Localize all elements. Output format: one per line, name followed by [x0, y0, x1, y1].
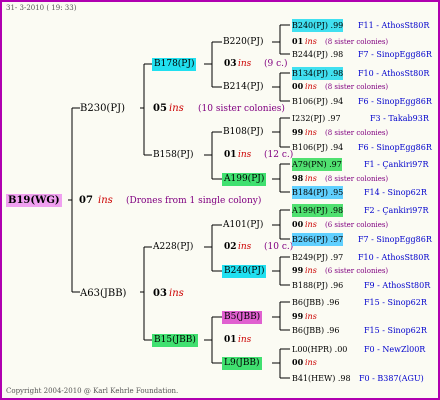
gen2-top-num: 05	[153, 103, 167, 114]
gen2-bot-name[interactable]: A63(JBB)	[80, 287, 126, 300]
gen5-12-name[interactable]: B6(JBB) .96	[292, 296, 339, 309]
gen4-b214-ins: ins	[305, 82, 317, 91]
gen4-a101-note: (6 sister colonies)	[325, 221, 389, 229]
gen3-b178-num: 03	[224, 59, 237, 69]
gen4-b220[interactable]: B220(PJ)	[223, 36, 263, 49]
gen3-b158-ins: ins	[238, 150, 252, 160]
gen3-b15[interactable]: B15(JBB)	[152, 334, 198, 347]
gen5-8-name[interactable]: A199(PJ) .98	[292, 204, 344, 217]
gen3-b178-note: (9 c.)	[264, 59, 288, 69]
gen4-a199-note: (8 sister colonies)	[325, 175, 389, 183]
gen4-b108-ins: ins	[305, 128, 317, 137]
gen4-b240[interactable]: B240(PJ)	[222, 265, 267, 278]
gen5-0-name[interactable]: B240(PJ) .99	[292, 19, 344, 32]
gen4-a199[interactable]: A199(PJ)	[222, 173, 267, 186]
gen5-13-name[interactable]: B6(JBB) .96	[292, 324, 339, 337]
gen3-a228-ins: ins	[238, 242, 252, 252]
gen4-b214-note: (8 sister colonies)	[325, 83, 389, 91]
gen2-top-note: (10 sister colonies)	[198, 104, 285, 114]
gen4-b214[interactable]: B214(PJ)	[223, 81, 263, 94]
gen4-l9-ins: ins	[305, 358, 317, 367]
gen4-b240-num: 99	[292, 265, 304, 275]
gen5-11-name[interactable]: B188(PJ) .96	[292, 279, 343, 292]
gen4-b240-ins: ins	[305, 266, 317, 275]
gen1-ins: ins	[98, 195, 113, 206]
gen1-note: (Drones from 1 single colony)	[126, 196, 262, 206]
gen3-b15-ins: ins	[238, 335, 252, 345]
gen4-a199-ins: ins	[305, 174, 317, 183]
gen5-9-name[interactable]: B266(PJ) .97	[292, 233, 344, 246]
gen5-5-ref: F6 - SinopEgg86R	[358, 143, 432, 152]
gen5-0-ref: F11 - AthosSt80R	[358, 21, 430, 30]
gen3-b158-note: (12 c.)	[264, 150, 294, 160]
gen4-b108-note: (8 sister colonies)	[325, 129, 389, 137]
gen3-a228[interactable]: A228(PJ)	[153, 241, 193, 254]
gen5-15-ref: F0 - B387(AGU)	[359, 374, 424, 383]
gen4-b5-num: 99	[292, 311, 304, 321]
gen3-b158[interactable]: B158(PJ)	[153, 149, 193, 162]
gen4-b5[interactable]: B5(JBB)	[222, 311, 263, 324]
pedigree-frame: 31- 3-2010 ( 19: 33) B19(WG) 07 ins (Dro…	[0, 0, 440, 400]
gen2-bot-num: 03	[153, 288, 167, 299]
gen5-7-ref: F14 - Sinop62R	[364, 188, 427, 197]
footer-copyright: Copyright 2004-2010 @ Karl Kehrle Founda…	[6, 387, 179, 395]
gen3-b158-num: 01	[224, 150, 237, 160]
gen5-7-name[interactable]: B184(PJ) .95	[292, 186, 344, 199]
gen4-b220-num: 01	[292, 36, 304, 46]
gen4-b220-ins: ins	[305, 37, 317, 46]
gen5-6-name[interactable]: A79(PN) .97	[292, 158, 342, 171]
gen4-b240-note: (6 sister colonies)	[325, 267, 389, 275]
gen5-10-ref: F10 - AthosSt80R	[358, 253, 430, 262]
gen4-a101-num: 00	[292, 219, 304, 229]
gen5-1-ref: F7 - SinopEgg86R	[358, 50, 432, 59]
gen4-l9-num: 00	[292, 357, 304, 367]
gen2-top-name[interactable]: B230(PJ)	[80, 102, 125, 115]
header-date: 31- 3-2010 ( 19: 33)	[6, 4, 77, 12]
gen5-5-name[interactable]: B106(PJ) .94	[292, 141, 343, 154]
gen4-l9[interactable]: L9(JBB)	[222, 357, 262, 370]
gen5-9-ref: F7 - SinopEgg86R	[358, 235, 432, 244]
gen5-1-name[interactable]: B244(PJ) .98	[292, 48, 343, 61]
gen5-6-ref: F1 - Çankiri97R	[364, 160, 429, 169]
gen5-2-name[interactable]: B134(PJ) .98	[292, 67, 344, 80]
gen5-15-name[interactable]: B41(HEW) .98	[292, 372, 351, 385]
gen4-a101[interactable]: A101(PJ)	[223, 219, 263, 232]
gen3-b178[interactable]: B178(PJ)	[152, 58, 197, 71]
gen5-4-ref: F3 - Takab93R	[370, 114, 429, 123]
gen5-3-ref: F6 - SinopEgg86R	[358, 97, 432, 106]
gen5-4-name[interactable]: I232(PJ) .97	[292, 112, 341, 125]
gen2-top-ins: ins	[169, 103, 184, 114]
gen4-b5-ins: ins	[305, 312, 317, 321]
gen4-b108[interactable]: B108(PJ)	[223, 126, 263, 139]
gen5-8-ref: F2 - Çankiri97R	[364, 206, 429, 215]
gen3-a228-num: 02	[224, 242, 237, 252]
gen3-b15-num: 01	[224, 335, 237, 345]
gen5-3-name[interactable]: B106(PJ) .94	[292, 95, 343, 108]
gen4-a199-num: 98	[292, 173, 304, 183]
gen1-name[interactable]: B19(WG)	[6, 194, 62, 207]
gen5-14-ref: F0 - NewZl00R	[364, 345, 426, 354]
gen5-10-name[interactable]: B249(PJ) .97	[292, 251, 343, 264]
gen1-num: 07	[79, 195, 93, 206]
gen5-13-ref: F15 - Sinop62R	[364, 326, 427, 335]
gen4-b108-num: 99	[292, 127, 304, 137]
gen4-b214-num: 00	[292, 81, 304, 91]
gen3-b178-ins: ins	[238, 59, 252, 69]
gen5-11-ref: F9 - AthosSt80R	[364, 281, 431, 290]
gen4-a101-ins: ins	[305, 220, 317, 229]
gen3-a228-note: (10 c.)	[264, 242, 294, 252]
gen2-bot-ins: ins	[169, 288, 184, 299]
gen5-14-name[interactable]: L00(HPR) .00	[292, 343, 347, 356]
gen5-2-ref: F10 - AthosSt80R	[358, 69, 430, 78]
gen5-12-ref: F15 - Sinop62R	[364, 298, 427, 307]
